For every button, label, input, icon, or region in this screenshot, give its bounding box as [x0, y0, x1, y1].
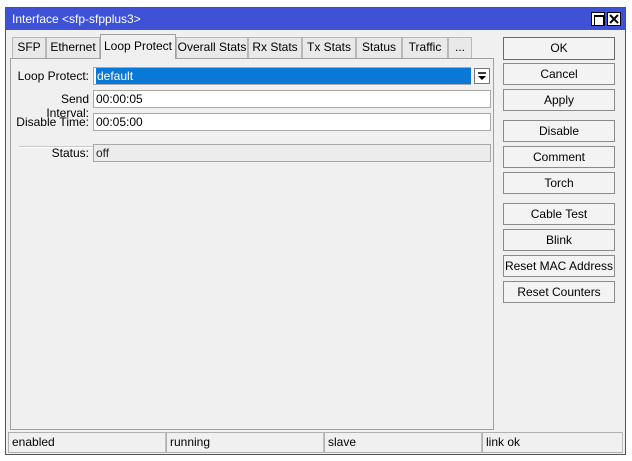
tab-overall-stats[interactable]: Overall Stats [176, 37, 248, 58]
ok-button[interactable]: OK [503, 37, 615, 60]
tab-tx-stats[interactable]: Tx Stats [302, 37, 356, 58]
status-label: Status: [51, 146, 89, 160]
reset-counters-button[interactable]: Reset Counters [503, 281, 615, 303]
status-link: link ok [482, 432, 623, 453]
disable-button[interactable]: Disable [503, 120, 615, 142]
send-interval-input[interactable]: 00:00:05 [93, 90, 491, 108]
status-enabled: enabled [8, 432, 166, 453]
reset-mac-address-button[interactable]: Reset MAC Address [503, 255, 615, 277]
tab-traffic[interactable]: Traffic [402, 37, 448, 58]
tab-more[interactable]: ... [448, 37, 472, 58]
status-bar: enabled running slave link ok [6, 432, 625, 454]
status-field: off [93, 144, 491, 162]
cable-test-button[interactable]: Cable Test [503, 203, 615, 225]
cancel-button[interactable]: Cancel [503, 63, 615, 85]
status-slave: slave [324, 432, 482, 453]
disable-time-label: Disable Time: [16, 115, 89, 129]
comment-button[interactable]: Comment [503, 146, 615, 168]
tab-status[interactable]: Status [356, 37, 402, 58]
tab-ethernet[interactable]: Ethernet [46, 37, 100, 58]
loop-protect-dropdown[interactable] [474, 68, 490, 84]
loop-protect-panel: Loop Protect: default Send Interval: 00:… [10, 58, 494, 430]
blink-button[interactable]: Blink [503, 229, 615, 251]
loop-protect-select[interactable]: default [93, 67, 471, 85]
restore-icon[interactable] [591, 12, 605, 26]
loop-protect-value: default [96, 68, 471, 84]
disable-time-input[interactable]: 00:05:00 [93, 113, 491, 131]
tab-rx-stats[interactable]: Rx Stats [248, 37, 302, 58]
tab-loop-protect[interactable]: Loop Protect [100, 34, 176, 59]
apply-button[interactable]: Apply [503, 89, 615, 111]
chevron-down-icon [478, 72, 486, 80]
status-running: running [166, 432, 324, 453]
interface-window: Interface <sfp-sfpplus3> SFP Ethernet Lo… [5, 7, 626, 455]
window-title: Interface <sfp-sfpplus3> [12, 12, 141, 26]
title-bar[interactable]: Interface <sfp-sfpplus3> [6, 8, 625, 30]
tab-sfp[interactable]: SFP [12, 37, 46, 58]
torch-button[interactable]: Torch [503, 172, 615, 194]
loop-protect-label: Loop Protect: [17, 69, 89, 83]
close-icon[interactable] [607, 12, 621, 26]
